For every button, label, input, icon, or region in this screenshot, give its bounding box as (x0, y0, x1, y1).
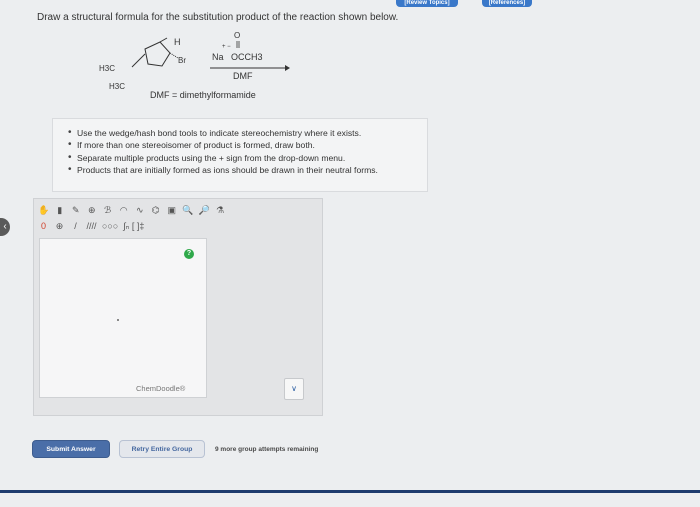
instruction-item: Products that are initially formed as io… (68, 164, 417, 177)
instruction-item: Separate multiple products using the + s… (68, 152, 417, 165)
copy-icon[interactable]: ▣ (166, 205, 177, 216)
canvas-dot (117, 319, 119, 321)
charge-selector[interactable]: 0 (38, 221, 49, 232)
review-topics-link[interactable]: [Review Topics] (396, 0, 458, 7)
ch3-upper-label: H3C (99, 64, 116, 73)
retry-button[interactable]: Retry Entire Group (119, 440, 205, 458)
sodium-label: Na (212, 52, 224, 62)
bottom-nav-bar (0, 490, 700, 493)
toolbar-row-2: 0 ⊕ / //// ○○○ ∫ₙ [ ]‡ (38, 219, 144, 233)
chain-icon[interactable]: ∿ (134, 205, 145, 216)
chevron-down-icon: ∨ (291, 384, 297, 393)
bond-h (159, 37, 168, 43)
dmf-definition: DMF = dimethylformamide (150, 90, 256, 100)
reaction-scheme: H Br H3C H3C O + − Na OCCH3 DMF DMF = di… (90, 30, 310, 105)
ring-tools[interactable]: ○○○ (102, 221, 118, 232)
product-dropdown[interactable]: ∨ (284, 378, 304, 400)
zoom-out-icon[interactable]: 🔎 (198, 205, 209, 216)
plus-selector[interactable]: ⊕ (54, 221, 65, 232)
text-icon[interactable]: ℬ (102, 205, 113, 216)
submit-button[interactable]: Submit Answer (32, 440, 110, 458)
zoom-in-icon[interactable]: 🔍 (182, 205, 193, 216)
lasso-icon[interactable]: ◠ (118, 205, 129, 216)
template-icon[interactable]: ⌬ (150, 205, 161, 216)
instruction-item: If more than one stereoisomer of product… (68, 139, 417, 152)
toolbar-row-1: ✋ ▮ ✎ ⊕ ℬ ◠ ∿ ⌬ ▣ 🔍 🔎 ⚗ (38, 203, 226, 217)
instructions-box: Use the wedge/hash bond tools to indicat… (52, 118, 428, 192)
help-icon[interactable]: ? (184, 249, 194, 259)
attempts-remaining: 9 more group attempts remaining (215, 446, 319, 453)
single-bond-tool[interactable]: / (70, 221, 81, 232)
hand-icon[interactable]: ✋ (38, 205, 49, 216)
hash-bond-br (169, 52, 179, 59)
solvent-label: DMF (233, 71, 253, 81)
chemdoodle-brand: ChemDoodle® (136, 384, 186, 393)
bond-ch3 (131, 53, 146, 68)
misc-tools[interactable]: ∫ₙ [ ]‡ (123, 221, 144, 232)
instruction-item: Use the wedge/hash bond tools to indicat… (68, 127, 417, 140)
drawing-canvas[interactable]: ? ChemDoodle® (39, 238, 207, 398)
collapse-tab[interactable]: ‹ (0, 218, 10, 236)
ion-charges: + − (222, 44, 231, 50)
flask-icon[interactable]: ⚗ (215, 205, 226, 216)
bond-tools[interactable]: //// (86, 221, 97, 232)
carbonyl-oxygen: O (234, 31, 241, 40)
plus-circle-icon[interactable]: ⊕ (86, 205, 97, 216)
br-label: Br (178, 56, 186, 65)
h-label: H (174, 37, 181, 47)
question-text: Draw a structural formula for the substi… (37, 12, 399, 23)
chevron-left-icon: ‹ (3, 221, 7, 232)
ch3-lower-label: H3C (109, 82, 126, 91)
references-link[interactable]: [References] (482, 0, 532, 7)
eraser-icon[interactable]: ▮ (54, 205, 65, 216)
cyclopentane-ring (144, 41, 171, 67)
acetate-label: OCCH3 (231, 52, 263, 62)
arrow-head (285, 65, 290, 71)
pencil-icon[interactable]: ✎ (70, 205, 81, 216)
